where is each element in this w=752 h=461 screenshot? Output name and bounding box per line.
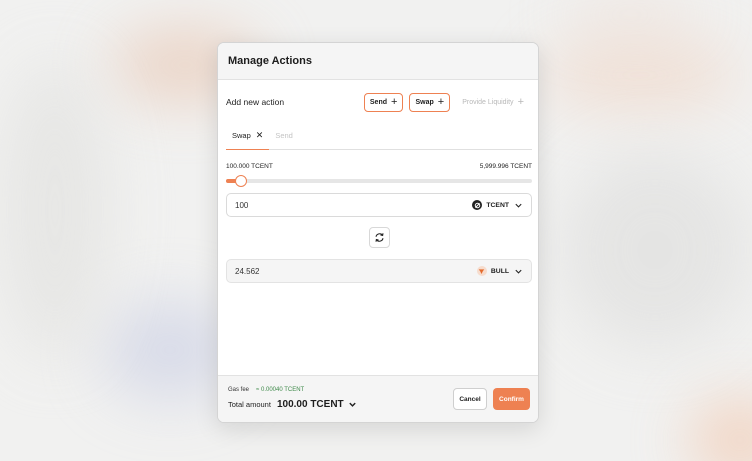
modal-footer: Gas fee ≈ 0.00040 TCENT Total amount 100…	[218, 375, 538, 422]
gas-fee-label: Gas fee	[228, 387, 250, 393]
gas-fee-row: Gas fee ≈ 0.00040 TCENT	[228, 387, 304, 393]
amount-range: 100.000 TCENT 5,999.996 TCENT	[226, 163, 532, 170]
tab-swap[interactable]: Swap ✕	[226, 129, 270, 150]
add-send-button[interactable]: Send +	[363, 92, 404, 112]
plus-icon: +	[437, 95, 445, 108]
tab-send-label: Send	[275, 131, 293, 140]
tab-swap-label: Swap	[232, 131, 251, 140]
slider-handle[interactable]	[235, 175, 248, 187]
gas-fee-value: ≈ 0.00040 TCENT	[256, 387, 305, 393]
chevron-down-icon	[515, 269, 522, 274]
add-swap-label: Swap	[415, 98, 434, 106]
chevron-down-icon	[515, 203, 522, 208]
amount-slider[interactable]	[226, 175, 532, 187]
chevron-down-icon[interactable]	[348, 400, 357, 409]
total-amount-value: 100.00 TCENT	[276, 399, 344, 410]
action-tabs: Swap ✕ Send	[226, 129, 532, 150]
to-token-select[interactable]: BULL	[476, 266, 523, 276]
add-action-label: Add new action	[226, 97, 285, 107]
add-swap-button[interactable]: Swap +	[409, 92, 451, 112]
modal-header: Manage Actions	[218, 43, 538, 80]
bull-logo-icon	[476, 266, 487, 276]
manage-actions-modal: Manage Actions Add new action Send + Swa…	[217, 42, 539, 423]
add-provide-liquidity-button[interactable]: Provide Liquidity +	[456, 92, 530, 112]
plus-icon: +	[391, 95, 398, 108]
total-amount-label: Total amount	[228, 400, 271, 409]
to-amount-field: 24.562 BULL	[226, 259, 532, 283]
tcent-logo-icon	[472, 200, 483, 210]
modal-title: Manage Actions	[228, 55, 312, 67]
plus-icon: +	[517, 95, 524, 108]
from-amount-field[interactable]: 100 TCENT	[226, 193, 532, 217]
from-token-select[interactable]: TCENT	[472, 200, 523, 210]
cancel-button[interactable]: Cancel	[453, 388, 487, 410]
close-icon[interactable]: ✕	[256, 131, 264, 140]
from-amount-input[interactable]: 100	[235, 201, 472, 210]
range-min-label: 100.000 TCENT	[226, 163, 273, 170]
to-amount-value: 24.562	[235, 266, 260, 276]
swap-arrows-icon	[375, 233, 384, 242]
from-token-label: TCENT	[486, 201, 509, 209]
total-amount-row[interactable]: Total amount 100.00 TCENT	[228, 399, 357, 410]
add-action-row: Add new action Send + Swap + Provide Liq…	[226, 92, 530, 112]
add-send-label: Send	[369, 98, 388, 106]
switch-direction-button[interactable]	[369, 227, 390, 248]
tab-send[interactable]: Send	[269, 129, 299, 150]
add-provide-liquidity-label: Provide Liquidity	[462, 98, 514, 106]
to-token-label: BULL	[490, 267, 509, 275]
confirm-button[interactable]: Confirm	[493, 388, 530, 410]
range-max-label: 5,999.996 TCENT	[479, 163, 532, 170]
